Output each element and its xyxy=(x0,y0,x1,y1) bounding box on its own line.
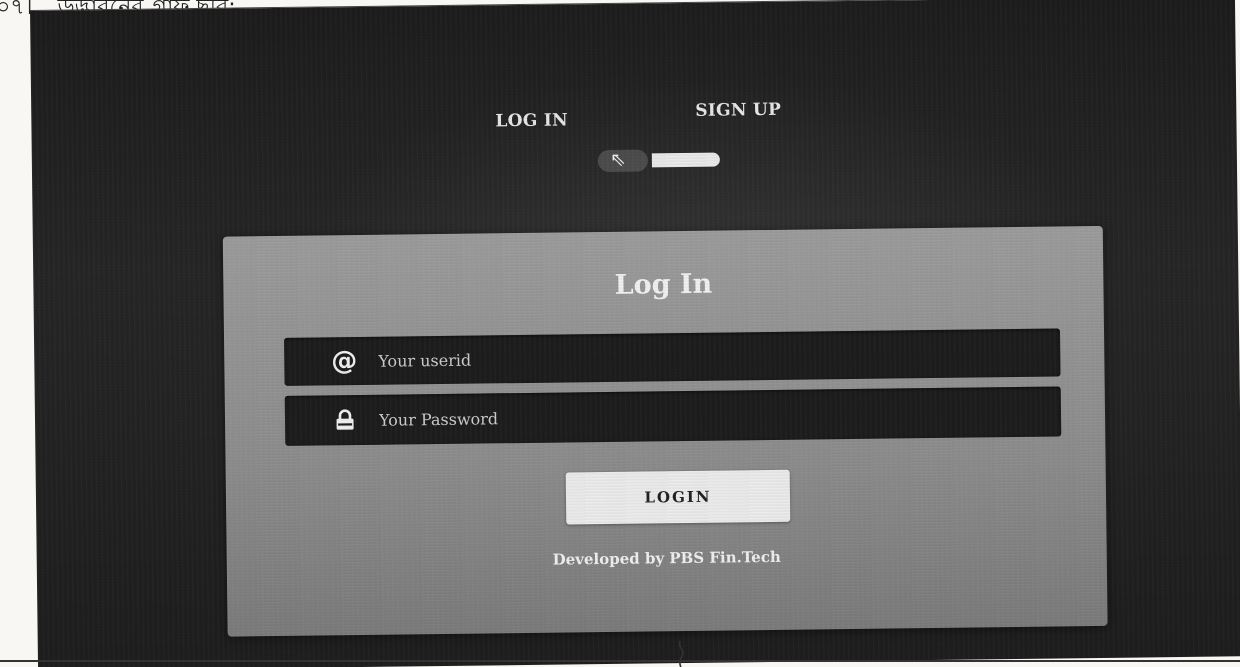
tab-signup[interactable]: SIGN UP xyxy=(695,100,781,121)
lock-icon xyxy=(333,408,357,432)
document-page: ০৭। উদ্ভাবনের গ্রাফ ছবি: LOG IN SIGN UP … xyxy=(0,0,1240,667)
heading-number: ০৭। xyxy=(0,0,33,20)
login-button[interactable]: LOGIN xyxy=(565,469,791,525)
password-input[interactable] xyxy=(376,385,1062,446)
userid-field: @ xyxy=(284,327,1061,386)
userid-input[interactable] xyxy=(376,327,1061,386)
tab-login[interactable]: LOG IN xyxy=(495,110,568,131)
password-field xyxy=(284,385,1062,446)
login-screen: LOG IN SIGN UP ⇖ Log In @ Your userid LO… xyxy=(30,0,1240,667)
arrow-up-left-icon: ⇖ xyxy=(609,148,626,171)
toggle-track xyxy=(651,152,720,168)
at-icon: @ xyxy=(331,346,358,377)
page-divider xyxy=(0,660,1240,662)
developer-credit: Developed by PBS Fin.Tech xyxy=(552,547,781,569)
login-signup-toggle[interactable]: ⇖ xyxy=(597,148,726,173)
login-card-title: Log In xyxy=(614,268,713,301)
pen-mark-icon xyxy=(678,640,684,667)
login-card: Log In @ LOGIN Developed by PBS Fin.Tech xyxy=(222,225,1108,637)
